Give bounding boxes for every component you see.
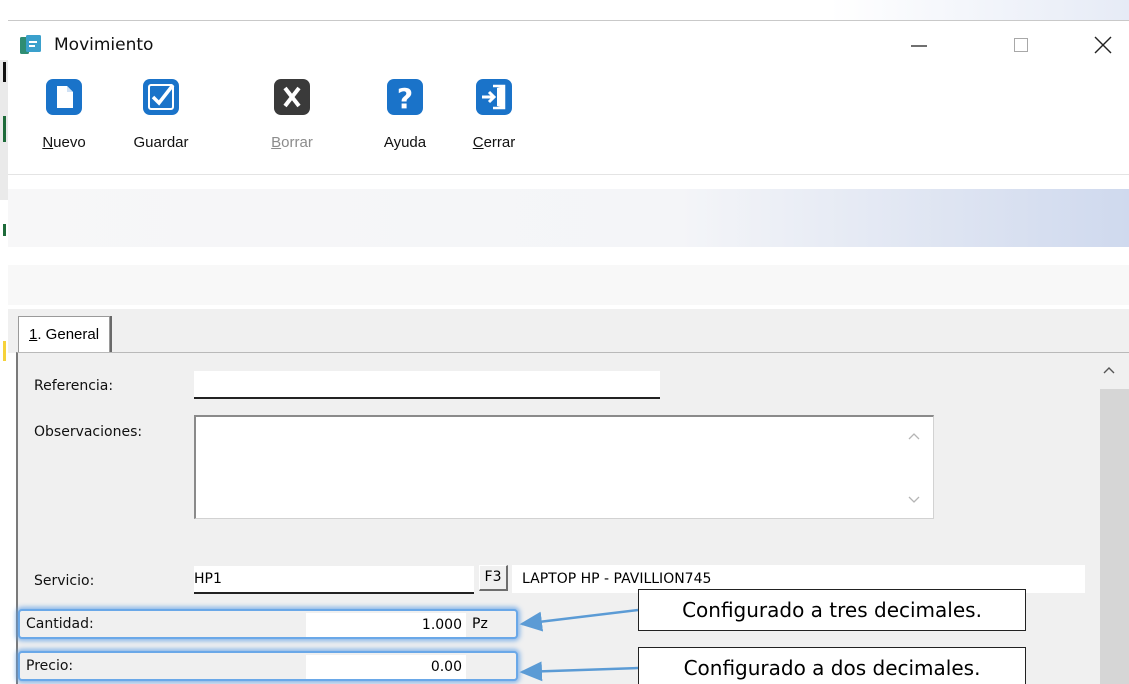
tab-general[interactable]: 1. General (18, 316, 111, 354)
borrar-label-accel: B (271, 134, 282, 151)
checkmark-icon (143, 79, 179, 115)
cantidad-unit: Pz (472, 616, 488, 632)
close-button[interactable] (1080, 29, 1126, 61)
movimiento-window: Movimiento Nuevo Guardar Borrar ? Ayuda … (8, 20, 1129, 684)
nuevo-button[interactable]: Nuevo (36, 79, 92, 151)
guardar-button[interactable]: Guardar (125, 79, 197, 151)
nuevo-label: uevo (53, 134, 86, 151)
scrollbar-thumb[interactable] (1100, 389, 1129, 684)
cantidad-highlight: Cantidad: 1.000 Pz (18, 609, 518, 639)
f3-lookup-button[interactable]: F3 (479, 565, 508, 591)
minimize-icon (911, 45, 927, 47)
exit-door-icon (476, 79, 512, 115)
cantidad-label: Cantidad: (26, 616, 94, 632)
tab-strip: 1. General (8, 309, 1129, 354)
vertical-scrollbar[interactable] (1088, 359, 1129, 684)
minimize-button[interactable] (896, 29, 942, 61)
svg-text:?: ? (397, 82, 413, 115)
borrar-label: orrar (281, 134, 313, 151)
info-band (8, 265, 1129, 305)
toolbar: Nuevo Guardar Borrar ? Ayuda Cerrar (8, 71, 1129, 175)
edge-mark (3, 62, 6, 82)
servicio-input[interactable]: HP1 (194, 566, 474, 594)
referencia-input[interactable] (194, 371, 660, 399)
chevron-down-icon[interactable] (907, 495, 921, 505)
edge-mark (3, 224, 6, 236)
precio-callout: Configurado a dos decimales. (638, 647, 1026, 684)
precio-highlight: Precio: 0.00 (18, 651, 518, 681)
precio-input[interactable]: 0.00 (306, 655, 466, 679)
background-gradient (830, 0, 1129, 22)
new-document-icon (46, 79, 82, 115)
cerrar-label: errar (483, 134, 516, 151)
title-bar: Movimiento (8, 21, 1129, 71)
delete-x-icon (274, 79, 310, 115)
chevron-up-icon[interactable] (907, 431, 921, 441)
chevron-up-icon[interactable] (1102, 365, 1116, 375)
cerrar-button[interactable]: Cerrar (466, 79, 522, 151)
observaciones-label: Observaciones: (34, 424, 143, 440)
cantidad-callout: Configurado a tres decimales. (638, 589, 1026, 631)
borrar-button[interactable]: Borrar (264, 79, 320, 151)
window-title: Movimiento (54, 35, 154, 55)
servicio-label: Servicio: (34, 573, 95, 589)
edge-mark (3, 341, 6, 361)
precio-label: Precio: (26, 658, 74, 674)
close-icon (1094, 36, 1112, 54)
referencia-label: Referencia: (34, 378, 114, 394)
edge-mark (3, 116, 6, 142)
observaciones-textarea[interactable] (194, 415, 934, 519)
guardar-label: Guardar (133, 134, 189, 151)
maximize-icon (1014, 38, 1028, 52)
ayuda-button[interactable]: ? Ayuda (377, 79, 433, 151)
header-band (8, 189, 1129, 247)
cerrar-label-accel: C (472, 134, 484, 151)
ayuda-label: Ayuda (383, 134, 427, 151)
tab-general-label: . General (37, 326, 100, 343)
cantidad-input[interactable]: 1.000 (306, 613, 466, 637)
nuevo-label-accel: N (42, 134, 54, 151)
help-question-icon: ? (387, 79, 423, 115)
app-icon (20, 35, 41, 54)
maximize-button[interactable] (998, 29, 1044, 61)
